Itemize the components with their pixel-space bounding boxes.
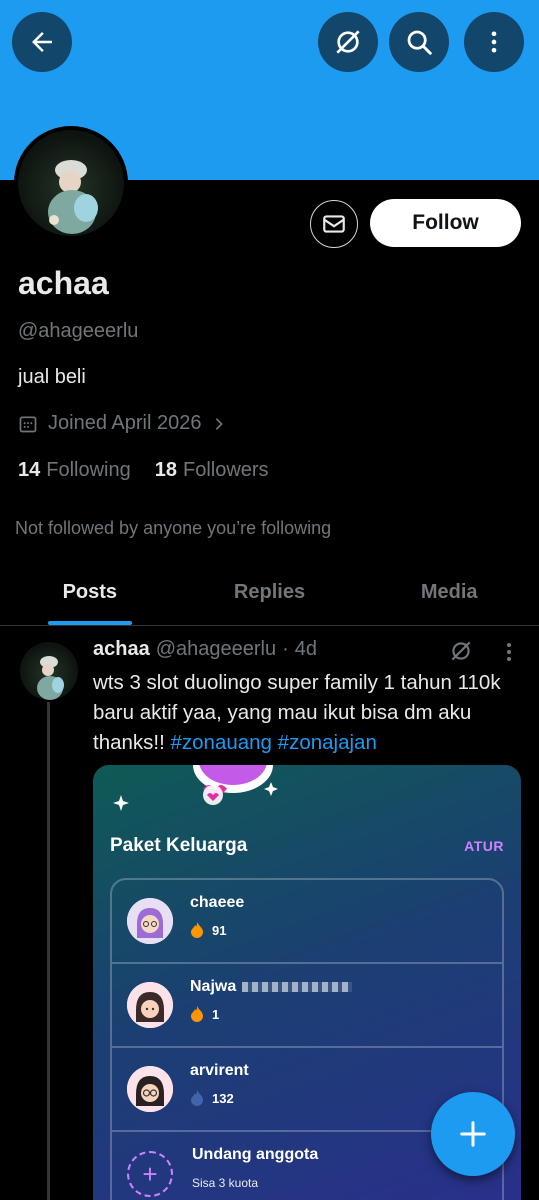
joined-date[interactable]: Joined April 2026 — [18, 412, 227, 435]
profile-tabs: Posts Replies Media — [0, 560, 539, 626]
profile-bio: jual beli — [18, 366, 86, 388]
post-more-button[interactable] — [500, 640, 518, 669]
flame-icon — [191, 1006, 203, 1022]
avatar-photo — [18, 130, 124, 236]
add-member-icon: + — [127, 1151, 173, 1197]
tab-replies-label: Replies — [233, 581, 306, 603]
grok-icon — [451, 641, 471, 661]
search-icon — [407, 30, 432, 55]
member-streak-count: 91 — [212, 922, 227, 938]
flame-icon — [191, 922, 203, 938]
list-item: Najwa 1 — [112, 964, 502, 1048]
tab-posts-label: Posts — [62, 581, 118, 603]
censored-name-blur — [242, 981, 353, 992]
profile-handle: @ahageeerlu — [18, 320, 139, 342]
family-illustration — [113, 765, 278, 811]
post-author-avatar[interactable] — [20, 642, 78, 700]
list-item: chaeee 91 — [112, 880, 502, 964]
chevron-right-icon — [216, 417, 224, 430]
tab-replies[interactable]: Replies — [180, 560, 360, 625]
invite-quota: Sisa 3 kuota — [192, 1176, 259, 1190]
following-count: 14 — [18, 459, 41, 481]
member-name: chaeee — [190, 894, 245, 911]
plus-icon — [460, 1121, 486, 1147]
compose-post-button[interactable] — [431, 1092, 515, 1176]
tab-media-label: Media — [420, 581, 478, 603]
follow-stats: 14 Following 18 Followers — [18, 459, 269, 482]
more-options-button[interactable] — [464, 12, 524, 72]
flame-icon — [191, 1090, 203, 1106]
followers-label: Followers — [182, 459, 269, 481]
following-label: Following — [46, 459, 131, 481]
member-streak-count: 132 — [212, 1090, 234, 1106]
arrow-left-icon — [32, 32, 52, 52]
post-text: wts 3 slot duolingo super family 1 tahun… — [93, 668, 513, 758]
calendar-icon — [19, 416, 37, 432]
member-streak: 1 — [190, 1006, 219, 1022]
more-vertical-icon — [507, 643, 511, 661]
followers-link[interactable]: 18 Followers — [155, 459, 269, 482]
profile-name: achaa — [18, 265, 109, 301]
member-avatar — [127, 982, 173, 1028]
post-author-handle[interactable]: @ahageeerlu — [156, 638, 276, 661]
tab-media[interactable]: Media — [359, 560, 539, 625]
grok-button[interactable] — [318, 12, 378, 72]
post-grok-button[interactable] — [448, 638, 474, 669]
active-tab-indicator — [47, 621, 132, 625]
family-manage-button[interactable]: ATUR — [464, 838, 504, 854]
hashtag-zonajajan[interactable]: #zonajajan — [278, 731, 377, 754]
post-time[interactable]: 4d — [295, 638, 317, 661]
family-plan-title: Paket Keluarga — [110, 835, 248, 856]
member-streak-count: 1 — [212, 1006, 220, 1022]
post-separator: · — [282, 638, 289, 660]
message-button[interactable] — [310, 200, 358, 248]
thread-line — [47, 702, 50, 1200]
back-button[interactable] — [12, 12, 72, 72]
followers-count: 18 — [154, 459, 177, 481]
invite-label: Undang anggota — [192, 1146, 319, 1163]
joined-label: Joined April 2026 — [48, 412, 202, 434]
following-link[interactable]: 14 Following — [18, 459, 131, 482]
hashtag-zonauang[interactable]: #zonauang — [171, 731, 272, 754]
more-vertical-icon — [491, 31, 497, 53]
envelope-icon — [323, 215, 345, 233]
post-author-name[interactable]: achaa — [93, 638, 150, 661]
member-streak: 132 — [190, 1090, 234, 1106]
grok-icon — [336, 30, 360, 54]
not-followed-notice: Not followed by anyone you’re following — [15, 518, 332, 538]
search-button[interactable] — [389, 12, 449, 72]
member-streak: 91 — [190, 922, 226, 938]
profile-avatar[interactable] — [14, 126, 128, 240]
member-name: arvirent — [190, 1062, 249, 1079]
post-header: achaa @ahageeerlu · 4d — [93, 638, 317, 661]
member-name: Najwa — [190, 978, 353, 996]
member-avatar — [127, 898, 173, 944]
member-avatar — [127, 1066, 173, 1112]
tab-posts[interactable]: Posts — [0, 560, 180, 625]
follow-button[interactable]: Follow — [370, 199, 521, 247]
member-name-text: Najwa — [190, 978, 237, 995]
